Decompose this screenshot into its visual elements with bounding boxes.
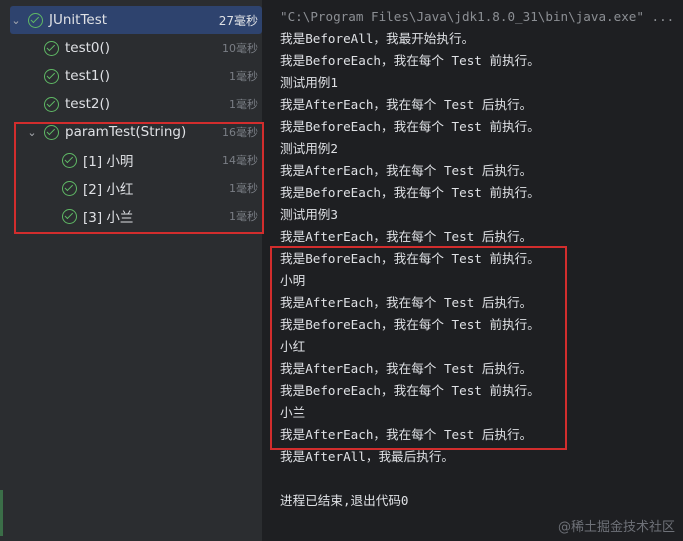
console-line: 测试用例3 (280, 207, 338, 222)
console-line: 我是AfterEach，我在每个 Test 后执行。 (280, 97, 533, 112)
tree-item-test0[interactable]: test0() 10毫秒 (4, 34, 262, 62)
console-line: 我是BeforeEach，我在每个 Test 前执行。 (280, 119, 540, 134)
chevron-down-icon[interactable]: ⌄ (10, 14, 22, 27)
passed-check-icon (28, 12, 43, 28)
tree-root-time: 27毫秒 (218, 13, 258, 28)
tree-item-time: 10毫秒 (222, 42, 258, 55)
param-output-highlight-box (270, 246, 567, 450)
tree-item-test2[interactable]: test2() 1毫秒 (4, 90, 262, 118)
console-line: 我是BeforeEach，我在每个 Test 前执行。 (280, 53, 540, 68)
tree-item-time: 1毫秒 (229, 98, 258, 111)
tree-root-junittest[interactable]: ⌄ JUnitTest 27毫秒 (10, 6, 262, 34)
console-line: 我是AfterEach，我在每个 Test 后执行。 (280, 229, 533, 244)
passed-check-icon (44, 96, 59, 112)
tree-item-test1[interactable]: test1() 1毫秒 (4, 62, 262, 90)
passed-check-icon (44, 68, 59, 84)
test-results-tree: ⌄ JUnitTest 27毫秒 test0() 10毫秒 test1() 1毫… (4, 0, 263, 541)
console-line: 我是BeforeAll，我最开始执行。 (280, 31, 475, 46)
strip-accent (0, 490, 3, 536)
console-line: 测试用例1 (280, 75, 338, 90)
console-line: 我是AfterEach，我在每个 Test 后执行。 (280, 163, 533, 178)
param-tests-highlight-box (14, 122, 264, 234)
watermark-text: @稀土掘金技术社区 (557, 520, 675, 535)
console-line: 我是BeforeEach，我在每个 Test 前执行。 (280, 185, 540, 200)
console-line: 测试用例2 (280, 141, 338, 156)
console-command-line: "C:\Program Files\Java\jdk1.8.0_31\bin\j… (280, 9, 675, 24)
passed-check-icon (44, 40, 59, 56)
console-exit-line: 进程已结束,退出代码0 (280, 493, 409, 508)
tree-item-time: 1毫秒 (229, 70, 258, 83)
